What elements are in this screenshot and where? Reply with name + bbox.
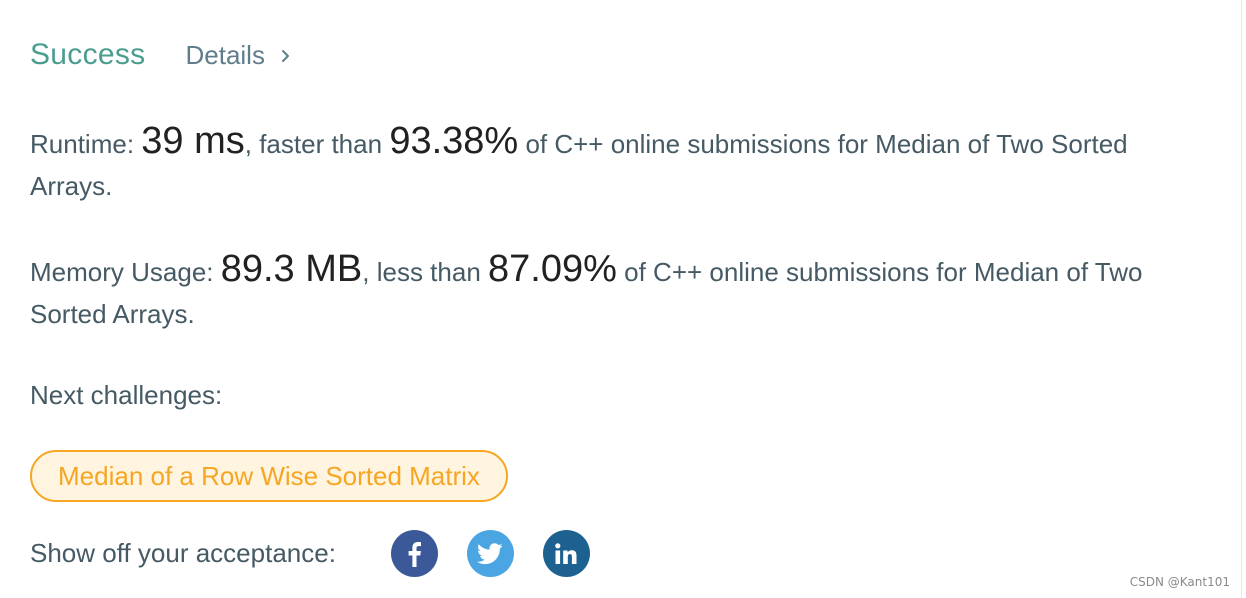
result-header: Success Details	[30, 38, 293, 72]
share-row: Show off your acceptance:	[30, 530, 590, 577]
memory-percent: 87.09%	[488, 248, 617, 290]
status-title: Success	[30, 38, 146, 71]
memory-stat: Memory Usage: 89.3 MB, less than 87.09% …	[30, 248, 1210, 335]
next-challenges-label: Next challenges:	[30, 380, 223, 410]
twitter-share-button[interactable]	[466, 530, 514, 577]
twitter-icon	[477, 542, 504, 564]
facebook-share-button[interactable]	[390, 530, 438, 577]
runtime-comparison: , faster than	[244, 129, 383, 159]
memory-label: Memory Usage:	[30, 257, 214, 287]
memory-comparison: , less than	[362, 257, 481, 287]
runtime-value: 39 ms	[141, 120, 245, 162]
share-label: Show off your acceptance:	[30, 538, 336, 568]
linkedin-icon	[555, 542, 577, 564]
details-label: Details	[185, 40, 265, 70]
memory-value: 89.3 MB	[220, 248, 363, 290]
facebook-icon	[409, 541, 422, 567]
linkedin-share-button[interactable]	[542, 530, 590, 577]
watermark: CSDN @Kant101	[1129, 575, 1230, 589]
panel-border	[1241, 0, 1242, 598]
runtime-label: Runtime:	[30, 129, 135, 159]
chevron-right-icon	[281, 50, 289, 62]
runtime-percent: 93.38%	[389, 120, 519, 162]
challenge-tag[interactable]: Median of a Row Wise Sorted Matrix	[30, 450, 508, 502]
details-link[interactable]: Details	[185, 40, 292, 71]
runtime-stat: Runtime: 39 ms, faster than 93.38% of C+…	[30, 120, 1210, 207]
